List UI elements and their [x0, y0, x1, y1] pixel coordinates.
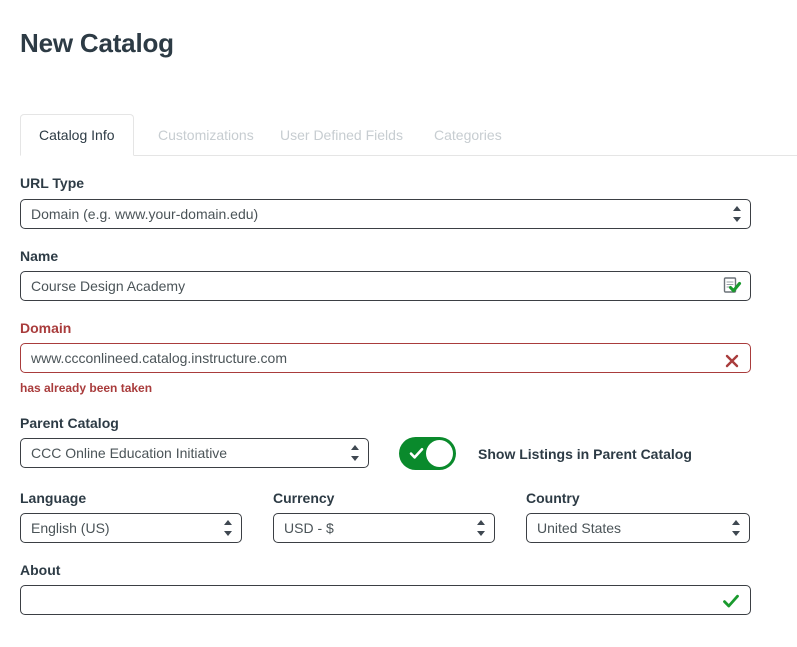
name-value: Course Design Academy: [31, 272, 740, 300]
tab-bar: Catalog Info Customizations User Defined…: [0, 113, 797, 156]
domain-value: www.ccconlineed.catalog.instructure.com: [31, 344, 740, 372]
tab-baseline: [20, 155, 797, 156]
tab-user-defined-fields[interactable]: User Defined Fields: [261, 114, 422, 155]
chevron-updown-icon: [733, 205, 742, 223]
parent-catalog-value: CCC Online Education Initiative: [31, 439, 358, 467]
url-type-select[interactable]: Domain (e.g. www.your-domain.edu): [20, 199, 751, 229]
check-icon: [409, 446, 424, 461]
language-value: English (US): [31, 514, 231, 542]
chevron-updown-icon: [351, 444, 360, 462]
chevron-updown-icon: [477, 519, 486, 537]
domain-error-message: has already been taken: [20, 381, 152, 395]
language-select[interactable]: English (US): [20, 513, 242, 543]
currency-select[interactable]: USD - $: [273, 513, 495, 543]
tab-customizations[interactable]: Customizations: [139, 114, 273, 155]
parent-catalog-label: Parent Catalog: [20, 415, 119, 431]
page-title: New Catalog: [20, 28, 174, 59]
toggle-knob: [426, 440, 453, 467]
domain-input[interactable]: www.ccconlineed.catalog.instructure.com: [20, 343, 751, 373]
check-icon: [722, 591, 740, 609]
tab-catalog-info[interactable]: Catalog Info: [20, 114, 134, 156]
country-select[interactable]: United States: [526, 513, 750, 543]
currency-value: USD - $: [284, 514, 484, 542]
tab-label: Catalog Info: [39, 127, 115, 143]
country-label: Country: [526, 490, 580, 506]
url-type-label: URL Type: [20, 175, 84, 191]
domain-label: Domain: [20, 320, 71, 336]
tab-label: User Defined Fields: [280, 127, 403, 143]
tab-label: Customizations: [158, 127, 254, 143]
tab-label: Categories: [434, 127, 502, 143]
about-input[interactable]: [20, 585, 751, 615]
url-type-value: Domain (e.g. www.your-domain.edu): [31, 200, 740, 228]
name-label: Name: [20, 248, 58, 264]
document-check-icon: [722, 276, 742, 296]
chevron-updown-icon: [732, 519, 741, 537]
language-label: Language: [20, 490, 86, 506]
chevron-updown-icon: [224, 519, 233, 537]
country-value: United States: [537, 514, 739, 542]
name-input[interactable]: Course Design Academy: [20, 271, 751, 301]
tab-categories[interactable]: Categories: [415, 114, 521, 155]
about-label: About: [20, 562, 60, 578]
show-listings-label: Show Listings in Parent Catalog: [478, 446, 692, 462]
x-mark-icon: [724, 350, 740, 366]
currency-label: Currency: [273, 490, 334, 506]
show-listings-toggle[interactable]: [399, 437, 456, 470]
parent-catalog-select[interactable]: CCC Online Education Initiative: [20, 438, 369, 468]
